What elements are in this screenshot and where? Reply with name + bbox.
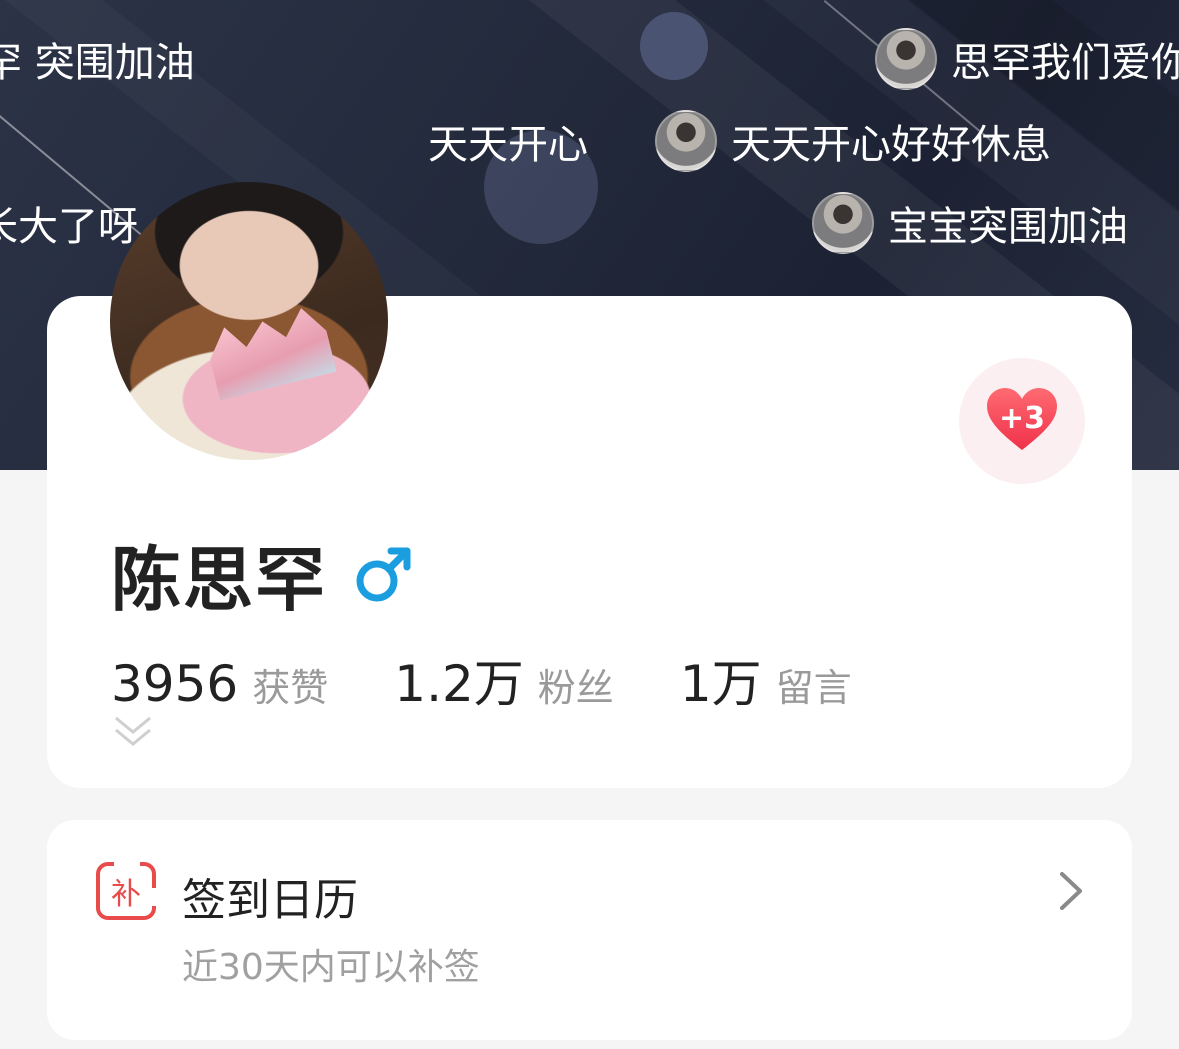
stat-value: 3956 — [111, 655, 239, 713]
avatar-crown-prop — [203, 304, 336, 401]
calendar-subtitle: 近30天内可以补签 — [182, 947, 480, 988]
signin-calendar-card[interactable]: 补 签到日历 近30天内可以补签 — [47, 820, 1132, 1040]
danmaku-comment: 思罕我们爱你 — [875, 28, 1179, 90]
stat-fans[interactable]: 1.2万 粉丝 — [394, 644, 614, 716]
support-heart-button[interactable]: +3 — [959, 358, 1085, 484]
calendar-title: 签到日历 — [182, 875, 358, 926]
danmaku-avatar — [875, 28, 937, 90]
stat-value: 1.2万 — [394, 655, 524, 713]
profile-name: 陈思罕 — [111, 539, 327, 621]
male-icon — [356, 547, 411, 601]
danmaku-comment: 罕 突围加油 — [0, 28, 195, 90]
stat-value: 1万 — [679, 655, 762, 713]
profile-avatar[interactable] — [110, 182, 388, 460]
danmaku-avatar — [655, 110, 717, 172]
danmaku-avatar — [812, 192, 874, 254]
danmaku-comment: 天天开心好好休息 — [655, 110, 1051, 172]
danmaku-comment: 天天开心 — [428, 110, 588, 172]
danmaku-text: 罕 突围加油 — [0, 40, 195, 86]
danmaku-text: 宝宝突围加油 — [888, 204, 1128, 250]
profile-stats: 3956 获赞 1.2万 粉丝 1万 留言 — [111, 644, 918, 716]
danmaku-text: 思罕我们爱你 — [951, 40, 1179, 86]
danmaku-comment: 宝宝突围加油 — [812, 192, 1128, 254]
stat-likes[interactable]: 3956 获赞 — [111, 655, 328, 713]
danmaku-comment: 长大了呀 — [0, 192, 138, 254]
danmaku-text: 天天开心好好休息 — [731, 122, 1051, 168]
stat-label: 获赞 — [252, 666, 329, 710]
makeup-signin-char: 补 — [111, 877, 141, 912]
danmaku-text: 长大了呀 — [0, 204, 138, 250]
stat-label: 粉丝 — [537, 666, 614, 710]
chevron-right-icon[interactable] — [1057, 870, 1085, 912]
like-badge: +3 — [998, 400, 1045, 436]
name-row: 陈思罕 — [111, 524, 413, 625]
danmaku-text: 天天开心 — [428, 122, 588, 168]
makeup-signin-icon: 补 — [96, 860, 158, 920]
stat-messages[interactable]: 1万 留言 — [680, 644, 852, 716]
profile-page: 罕 突围加油 思罕我们爱你 天天开心 天天开心好好休息 长大了呀 宝宝突围加油 — [0, 0, 1179, 1049]
chevron-down-icon[interactable] — [113, 714, 153, 750]
banner-orb — [640, 12, 708, 80]
stat-label: 留言 — [775, 666, 852, 710]
